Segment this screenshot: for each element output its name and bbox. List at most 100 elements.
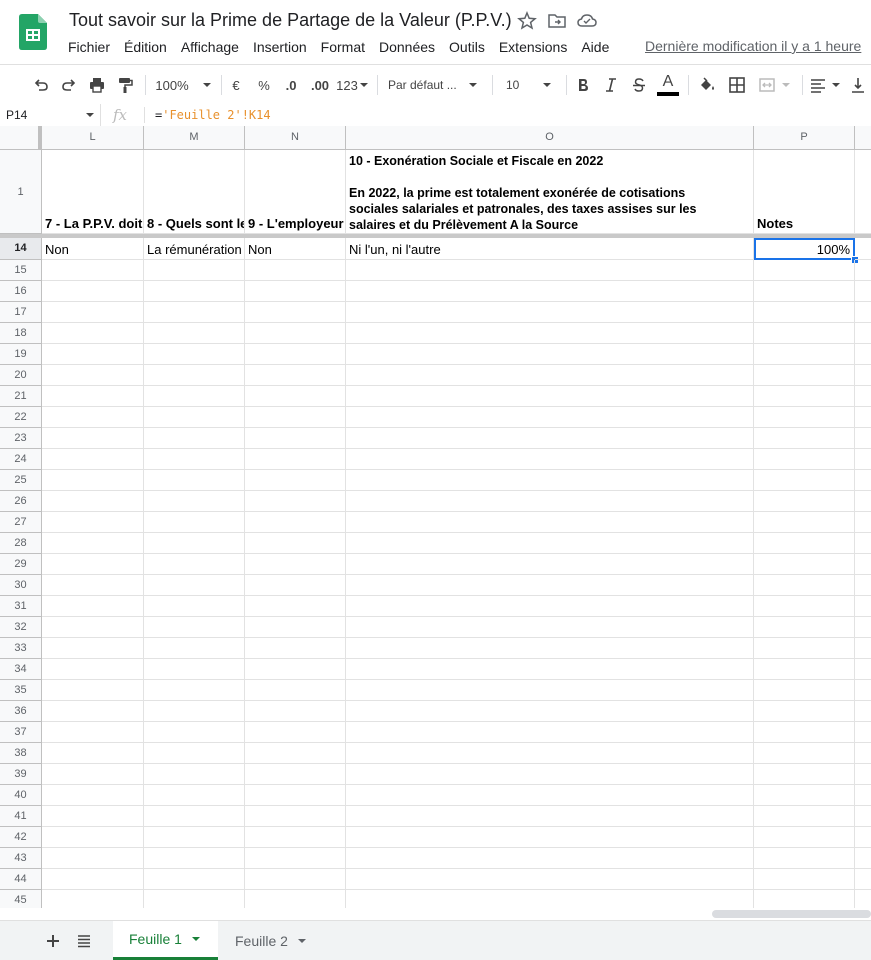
column-header-o[interactable]: O xyxy=(346,126,754,150)
cell-q41[interactable] xyxy=(855,806,871,827)
percent-button[interactable]: % xyxy=(254,73,274,97)
undo-button[interactable] xyxy=(30,73,52,97)
merge-cells-button[interactable] xyxy=(754,73,794,97)
column-header-n[interactable]: N xyxy=(245,126,346,150)
cell-o44[interactable] xyxy=(346,869,754,890)
row-header-27[interactable]: 27 xyxy=(0,512,42,533)
cell-n29[interactable] xyxy=(245,554,346,575)
cell-p38[interactable] xyxy=(754,743,855,764)
cell-p41[interactable] xyxy=(754,806,855,827)
cell-o41[interactable] xyxy=(346,806,754,827)
cell-o22[interactable] xyxy=(346,407,754,428)
cell-q22[interactable] xyxy=(855,407,871,428)
zoom-select[interactable]: 100% xyxy=(153,73,213,97)
cell-m20[interactable] xyxy=(144,365,245,386)
cell-l19[interactable] xyxy=(42,344,144,365)
cell-q14[interactable] xyxy=(855,238,871,260)
cell-n24[interactable] xyxy=(245,449,346,470)
column-header-m[interactable]: M xyxy=(144,126,245,150)
cell-q26[interactable] xyxy=(855,491,871,512)
cell-l39[interactable] xyxy=(42,764,144,785)
cell-n19[interactable] xyxy=(245,344,346,365)
cell-o24[interactable] xyxy=(346,449,754,470)
cell-l43[interactable] xyxy=(42,848,144,869)
row-header-32[interactable]: 32 xyxy=(0,617,42,638)
menu-affichage[interactable]: Affichage xyxy=(174,38,246,58)
cell-n37[interactable] xyxy=(245,722,346,743)
row-header-37[interactable]: 37 xyxy=(0,722,42,743)
cell-q39[interactable] xyxy=(855,764,871,785)
cell-o20[interactable] xyxy=(346,365,754,386)
cell-p44[interactable] xyxy=(754,869,855,890)
print-button[interactable] xyxy=(86,73,108,97)
formula-input[interactable]: ='Feuille 2'!K14 xyxy=(155,108,271,122)
row-header-16[interactable]: 16 xyxy=(0,281,42,302)
cell-q40[interactable] xyxy=(855,785,871,806)
text-color-button[interactable]: A xyxy=(656,73,680,97)
bold-button[interactable] xyxy=(572,73,594,97)
menu-format[interactable]: Format xyxy=(314,38,372,58)
menu-donnees[interactable]: Données xyxy=(372,38,442,58)
menu-aide[interactable]: Aide xyxy=(574,38,616,58)
row-header-23[interactable]: 23 xyxy=(0,428,42,449)
cell-n33[interactable] xyxy=(245,638,346,659)
cell-m17[interactable] xyxy=(144,302,245,323)
cell-m1[interactable]: 8 - Quels sont le xyxy=(144,150,245,234)
cell-q28[interactable] xyxy=(855,533,871,554)
cell-p31[interactable] xyxy=(754,596,855,617)
cell-o23[interactable] xyxy=(346,428,754,449)
cell-q35[interactable] xyxy=(855,680,871,701)
cell-m33[interactable] xyxy=(144,638,245,659)
menu-edition[interactable]: Édition xyxy=(117,38,174,58)
row-header-26[interactable]: 26 xyxy=(0,491,42,512)
cell-o15[interactable] xyxy=(346,260,754,281)
cell-n45[interactable] xyxy=(245,890,346,908)
cell-o30[interactable] xyxy=(346,575,754,596)
cell-q25[interactable] xyxy=(855,470,871,491)
cell-l15[interactable] xyxy=(42,260,144,281)
cell-o36[interactable] xyxy=(346,701,754,722)
row-header-19[interactable]: 19 xyxy=(0,344,42,365)
cell-m39[interactable] xyxy=(144,764,245,785)
cell-p37[interactable] xyxy=(754,722,855,743)
cell-m24[interactable] xyxy=(144,449,245,470)
cell-q29[interactable] xyxy=(855,554,871,575)
cell-n28[interactable] xyxy=(245,533,346,554)
cell-p25[interactable] xyxy=(754,470,855,491)
cell-p19[interactable] xyxy=(754,344,855,365)
sheet-tab-feuille-1[interactable]: Feuille 1 xyxy=(113,921,218,960)
sheet-tab-feuille-2[interactable]: Feuille 2 xyxy=(219,921,325,960)
menu-extensions[interactable]: Extensions xyxy=(492,38,574,58)
cell-l32[interactable] xyxy=(42,617,144,638)
cell-m29[interactable] xyxy=(144,554,245,575)
cell-m16[interactable] xyxy=(144,281,245,302)
cell-p29[interactable] xyxy=(754,554,855,575)
cell-l29[interactable] xyxy=(42,554,144,575)
row-header-22[interactable]: 22 xyxy=(0,407,42,428)
cell-o26[interactable] xyxy=(346,491,754,512)
cell-n14[interactable]: Non xyxy=(245,238,346,260)
cell-m41[interactable] xyxy=(144,806,245,827)
cell-l16[interactable] xyxy=(42,281,144,302)
cell-o17[interactable] xyxy=(346,302,754,323)
cell-n23[interactable] xyxy=(245,428,346,449)
vertical-align-button[interactable] xyxy=(848,73,868,97)
row-header-20[interactable]: 20 xyxy=(0,365,42,386)
cell-l44[interactable] xyxy=(42,869,144,890)
cell-n35[interactable] xyxy=(245,680,346,701)
cell-p22[interactable] xyxy=(754,407,855,428)
cell-o33[interactable] xyxy=(346,638,754,659)
cell-q23[interactable] xyxy=(855,428,871,449)
cell-o25[interactable] xyxy=(346,470,754,491)
row-header-44[interactable]: 44 xyxy=(0,869,42,890)
cell-q21[interactable] xyxy=(855,386,871,407)
cell-n16[interactable] xyxy=(245,281,346,302)
cell-p14-selected[interactable]: 100% xyxy=(754,238,855,260)
document-title[interactable]: Tout savoir sur la Prime de Partage de l… xyxy=(69,10,512,31)
cell-m28[interactable] xyxy=(144,533,245,554)
cell-o37[interactable] xyxy=(346,722,754,743)
cell-n30[interactable] xyxy=(245,575,346,596)
cell-l23[interactable] xyxy=(42,428,144,449)
cell-l22[interactable] xyxy=(42,407,144,428)
cell-m23[interactable] xyxy=(144,428,245,449)
